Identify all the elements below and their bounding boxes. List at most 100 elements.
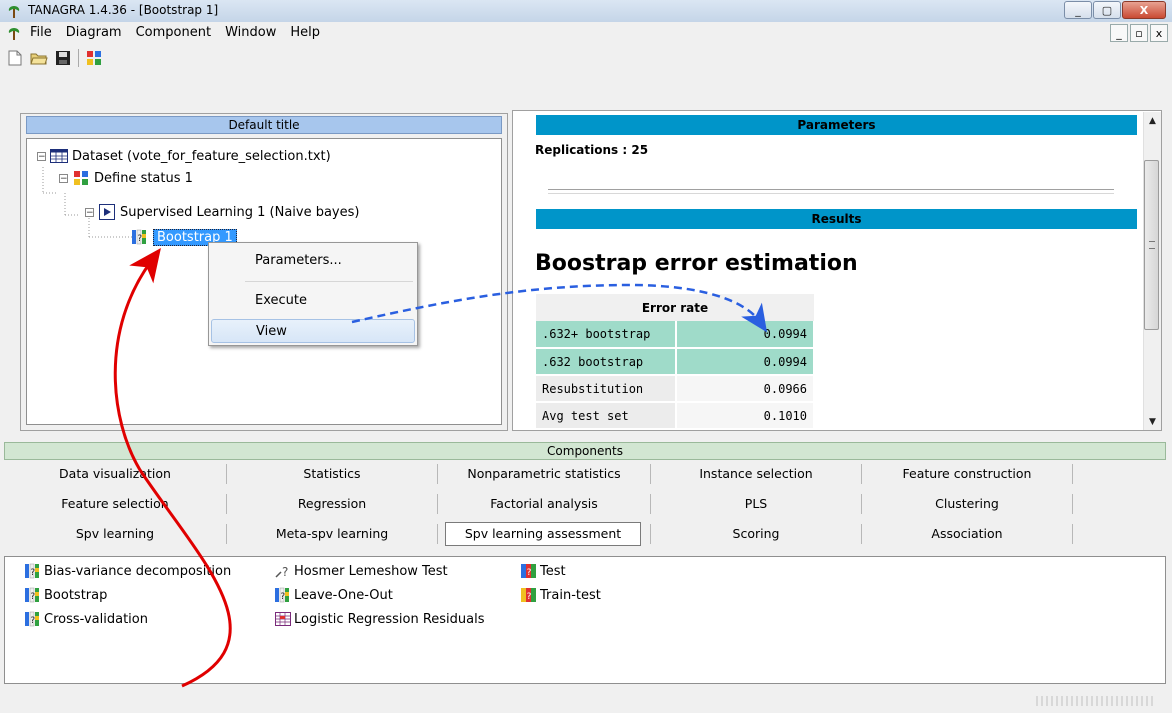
thumb-grip-icon (1149, 241, 1155, 249)
horizontal-rule (548, 189, 1114, 194)
table-row: .632+ bootstrap 0.0994 (536, 321, 815, 349)
scroll-down-icon[interactable]: ▼ (1144, 413, 1161, 430)
ctx-parameters[interactable]: Parameters... (211, 249, 415, 273)
open-folder-icon[interactable] (30, 49, 48, 67)
tab-separator (1072, 464, 1073, 484)
row-value: 0.0966 (676, 375, 815, 403)
row-label: Avg test set (536, 402, 677, 429)
resize-grip-icon[interactable] (1036, 696, 1156, 706)
component-bias-variance[interactable]: ? Bias-variance decomposition (25, 561, 231, 581)
tab-data-visualization[interactable]: Data visualization (4, 462, 226, 486)
tab-instance-selection[interactable]: Instance selection (651, 462, 861, 486)
component-bootstrap[interactable]: ? Bootstrap (25, 585, 107, 605)
svg-text:?: ? (280, 592, 285, 602)
component-logistic-residuals[interactable]: Logistic Regression Residuals (275, 609, 485, 629)
menu-diagram[interactable]: Diagram (66, 25, 122, 40)
tab-association[interactable]: Association (862, 522, 1072, 546)
svg-text:?: ? (282, 565, 288, 579)
table-row: .632 bootstrap 0.0994 (536, 348, 815, 376)
tanagra-app-window: TANAGRA 1.4.36 - [Bootstrap 1] _ ▢ X Fil… (0, 0, 1172, 713)
component-label: Cross-validation (44, 611, 148, 627)
component-cross-validation[interactable]: ? Cross-validation (25, 609, 148, 629)
component-leave-one-out[interactable]: ? Leave-One-Out (275, 585, 393, 605)
define-status-icon (72, 170, 90, 186)
results-header: Results (536, 209, 1137, 229)
component-label: Leave-One-Out (294, 587, 393, 603)
menu-window[interactable]: Window (225, 25, 276, 40)
component-train-test[interactable]: ? Train-test (521, 585, 601, 605)
dataset-table-icon (50, 148, 68, 164)
hosmer-test-icon: ? (275, 563, 291, 579)
menu-file[interactable]: File (30, 25, 52, 40)
component-label: Train-test (540, 587, 601, 603)
tanagra-tree-icon[interactable] (6, 25, 22, 41)
save-disk-icon[interactable] (54, 49, 72, 67)
tab-factorial-analysis[interactable]: Factorial analysis (438, 492, 650, 516)
tree-node-label: Dataset (vote_for_feature_selection.txt) (72, 148, 331, 164)
tab-scoring[interactable]: Scoring (651, 522, 861, 546)
bootstrap-component-icon: ? (131, 229, 149, 245)
mdi-minimize-button[interactable]: _ (1110, 24, 1128, 42)
tab-regression[interactable]: Regression (227, 492, 437, 516)
tab-separator (1072, 524, 1073, 544)
menu-help[interactable]: Help (290, 25, 320, 40)
tab-clustering[interactable]: Clustering (862, 492, 1072, 516)
tab-separator (437, 524, 438, 544)
scroll-up-icon[interactable]: ▲ (1144, 112, 1161, 129)
test-component-icon: ? (521, 563, 537, 579)
table-row: Avg test set 0.1010 (536, 402, 815, 429)
component-hosmer-lemeshow[interactable]: ? Hosmer Lemeshow Test (275, 561, 448, 581)
scrollbar-thumb[interactable] (1144, 160, 1159, 330)
minimize-button[interactable]: _ (1064, 1, 1092, 19)
error-rate-column-header: Error rate (536, 294, 814, 321)
title-bar: TANAGRA 1.4.36 - [Bootstrap 1] _ ▢ X (0, 0, 1172, 23)
collapse-icon[interactable]: − (37, 151, 46, 161)
component-label: Bootstrap (44, 587, 108, 603)
tab-nonparametric-statistics[interactable]: Nonparametric statistics (438, 462, 650, 486)
component-list: ? Bias-variance decomposition ? Bootstra… (4, 556, 1166, 684)
error-table-viewport: Error rate .632+ bootstrap 0.0994 .632 b… (536, 294, 816, 429)
tree-node-dataset[interactable]: − Dataset (vote_for_feature_selection.tx… (37, 146, 331, 166)
ctx-view[interactable]: View (211, 319, 415, 343)
mdi-close-button[interactable]: x (1150, 24, 1168, 42)
tree-node-supervised-learning[interactable]: − Supervised Learning 1 (Naive bayes) (85, 202, 359, 222)
mdi-restore-button[interactable]: ▫ (1130, 24, 1148, 42)
play-learner-icon (98, 204, 116, 220)
collapse-icon[interactable]: − (85, 207, 94, 217)
toolbar (0, 46, 1172, 70)
assessment-component-icon: ? (275, 587, 291, 603)
tree-node-label: Define status 1 (94, 170, 193, 186)
component-label: Test (540, 563, 566, 579)
tab-meta-spv-learning[interactable]: Meta-spv learning (227, 522, 437, 546)
row-value: 0.0994 (676, 321, 815, 349)
collapse-icon[interactable]: − (59, 173, 68, 183)
component-test[interactable]: ? Test (521, 561, 566, 581)
toolbar-separator (78, 49, 79, 67)
assessment-component-icon: ? (25, 611, 41, 627)
define-status-icon[interactable] (85, 49, 103, 67)
ctx-execute[interactable]: Execute (211, 289, 415, 313)
window-controls: _ ▢ X (1063, 1, 1166, 19)
tab-feature-construction[interactable]: Feature construction (862, 462, 1072, 486)
ctx-separator (245, 281, 413, 282)
menu-component[interactable]: Component (136, 25, 211, 40)
menu-bar: File Diagram Component Window Help _ ▫ x (0, 22, 1172, 46)
row-label: .632 bootstrap (536, 348, 677, 376)
tab-spv-learning-assessment[interactable]: Spv learning assessment (445, 522, 641, 546)
diagram-title-header: Default title (26, 116, 502, 134)
svg-text:?: ? (527, 568, 532, 578)
maximize-button[interactable]: ▢ (1093, 1, 1121, 19)
new-file-icon[interactable] (6, 49, 24, 67)
tab-feature-selection[interactable]: Feature selection (4, 492, 226, 516)
results-heading: Boostrap error estimation (535, 251, 858, 276)
tanagra-tree-icon (8, 6, 20, 18)
component-label: Hosmer Lemeshow Test (294, 563, 448, 579)
tree-node-define-status[interactable]: − Define status 1 (59, 168, 193, 188)
window-title: TANAGRA 1.4.36 - [Bootstrap 1] (28, 3, 219, 17)
tab-separator (1072, 494, 1073, 514)
tab-pls[interactable]: PLS (651, 492, 861, 516)
row-value: 0.1010 (676, 402, 815, 429)
tab-statistics[interactable]: Statistics (227, 462, 437, 486)
tab-spv-learning[interactable]: Spv learning (4, 522, 226, 546)
close-button[interactable]: X (1122, 1, 1166, 19)
